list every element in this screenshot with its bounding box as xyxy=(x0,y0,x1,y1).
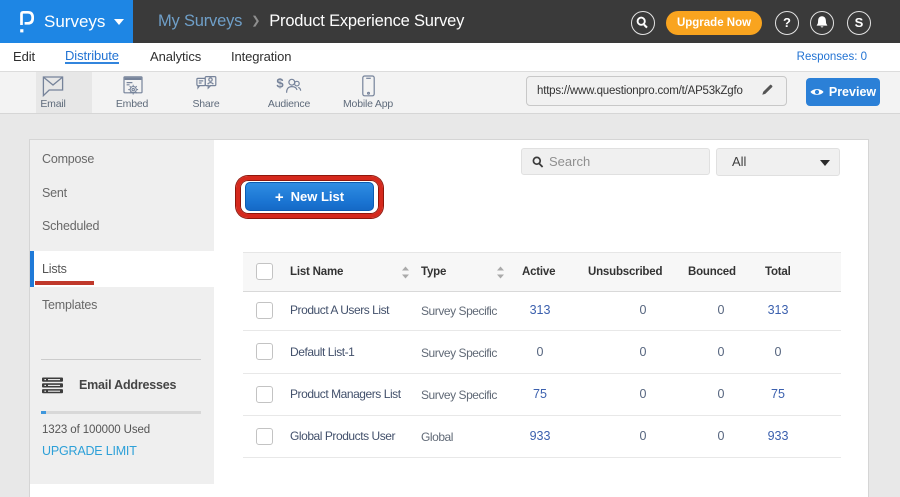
svg-text:$: $ xyxy=(276,76,284,91)
